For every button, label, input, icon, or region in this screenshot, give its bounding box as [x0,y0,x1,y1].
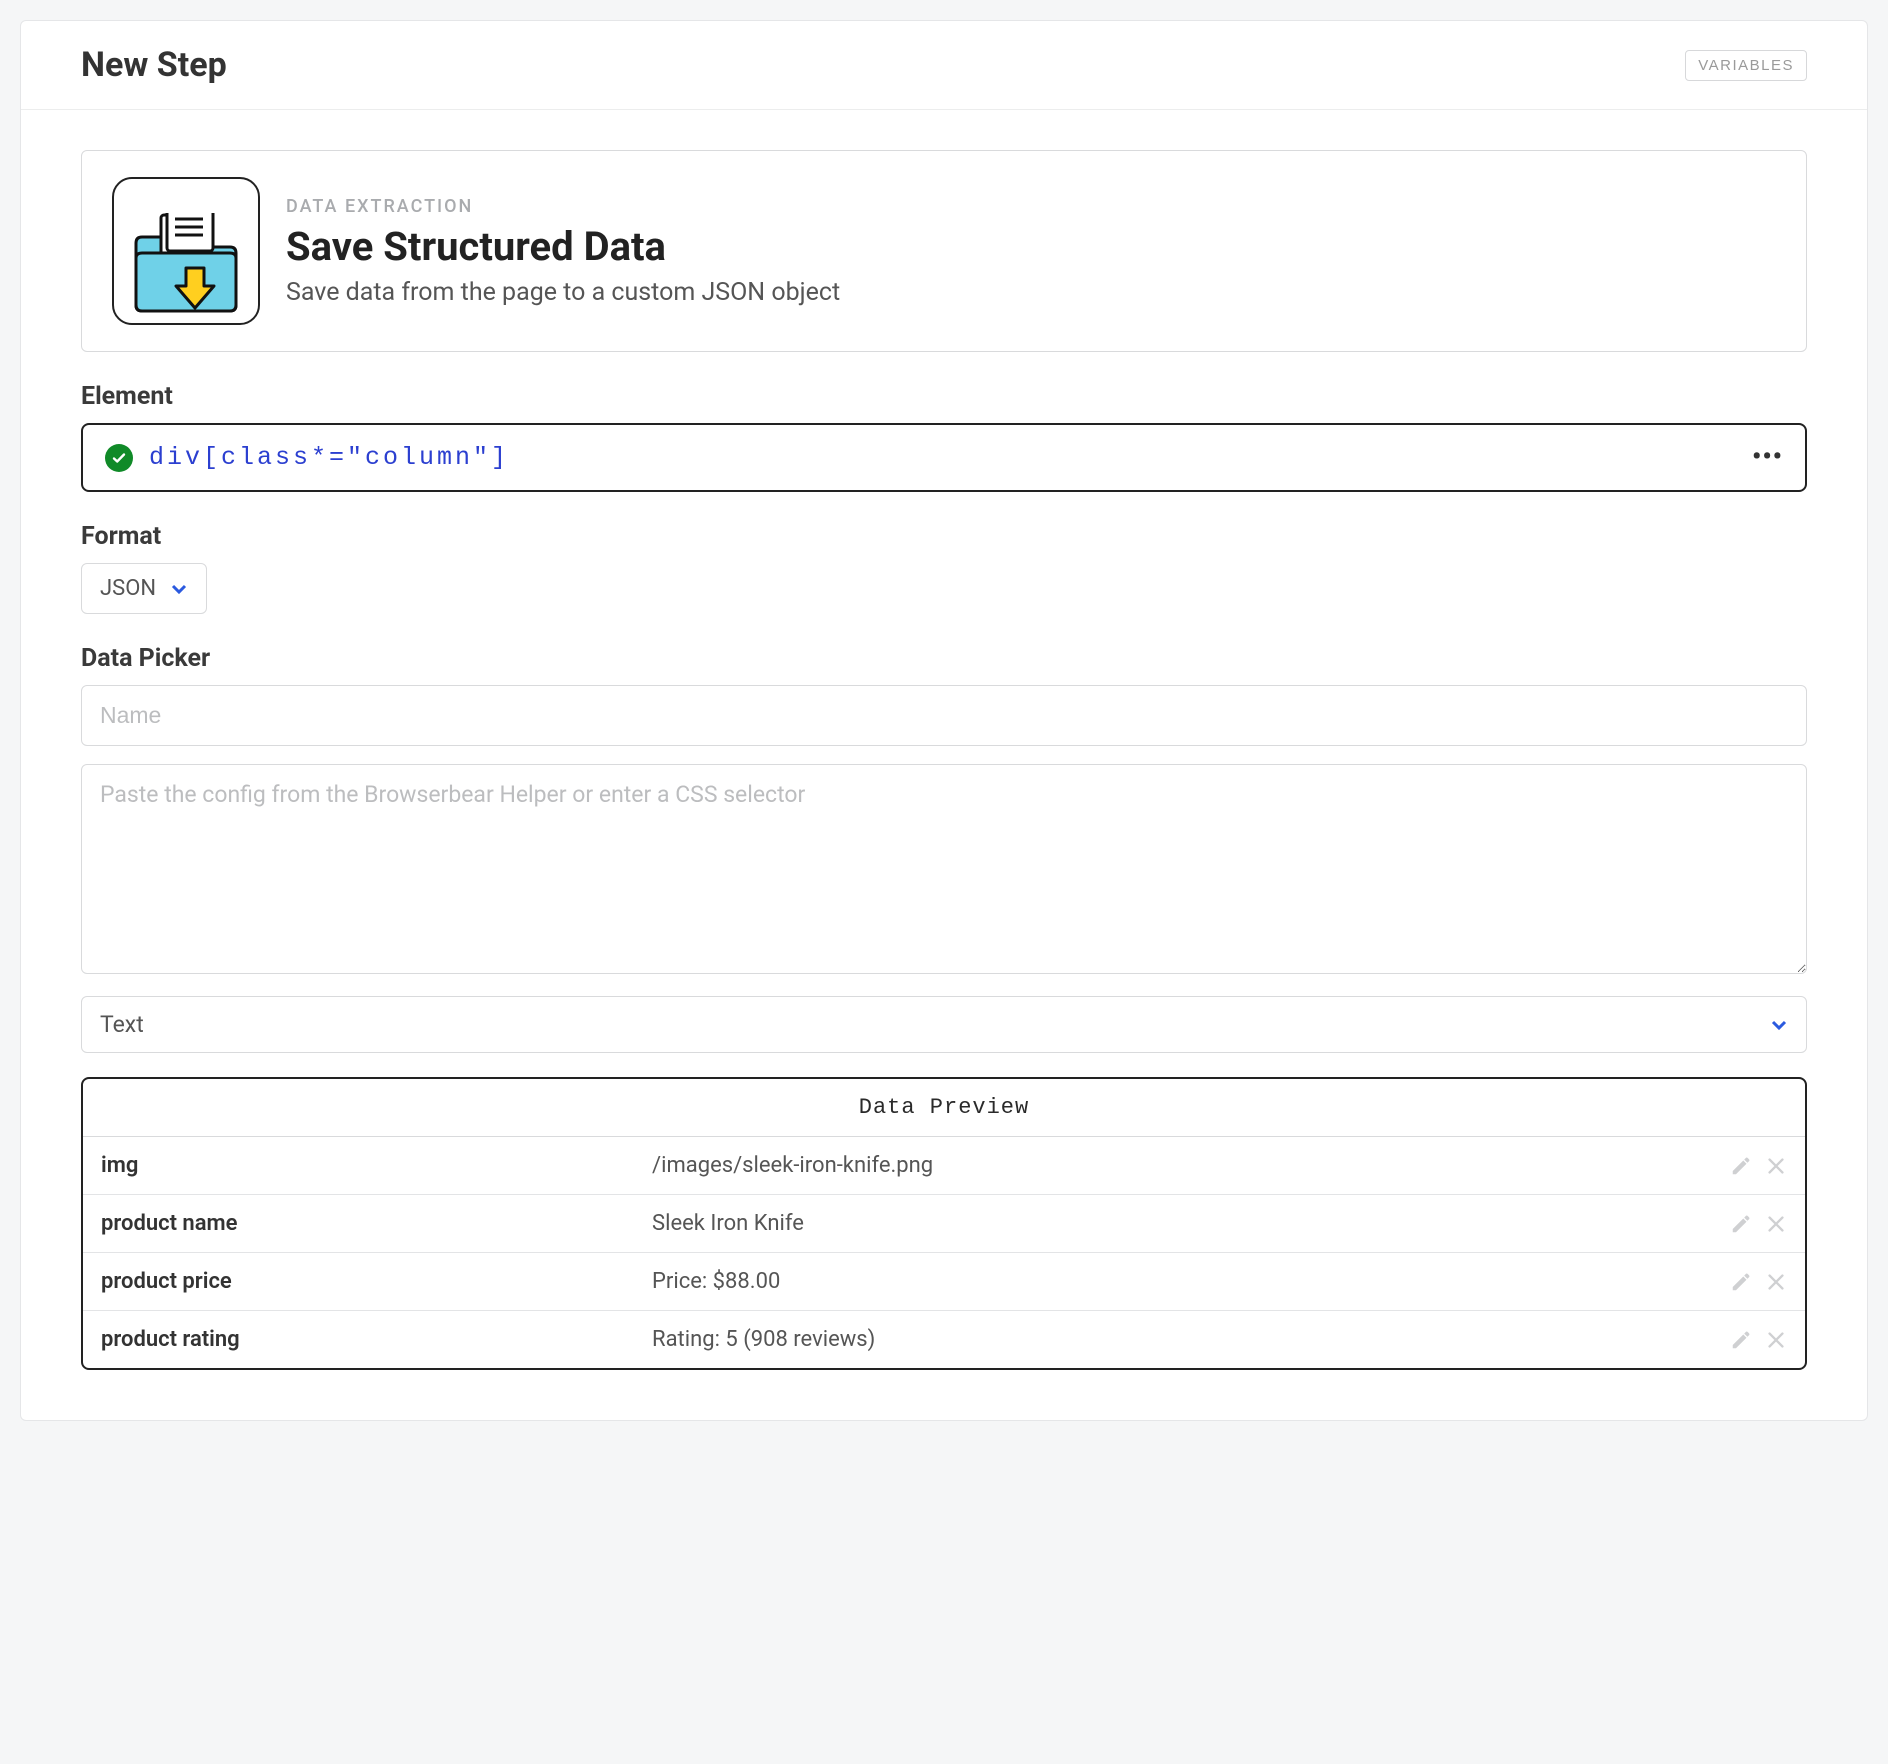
preview-value: /images/sleek-iron-knife.png [634,1137,1704,1194]
more-options-icon[interactable]: ••• [1752,451,1783,464]
variables-button[interactable]: VARIABLES [1685,50,1807,81]
chevron-down-icon [170,580,188,598]
preview-key: img [83,1137,634,1194]
folder-download-icon [112,177,260,325]
preview-value: Sleek Iron Knife [634,1194,1704,1252]
edit-icon[interactable] [1730,1329,1752,1351]
edit-icon[interactable] [1730,1213,1752,1235]
panel-header: New Step VARIABLES [21,21,1867,110]
step-description: Save data from the page to a custom JSON… [286,278,840,307]
preview-value: Price: $88.00 [634,1252,1704,1310]
preview-value: Rating: 5 (908 reviews) [634,1310,1704,1368]
table-row: product name Sleek Iron Knife [83,1194,1805,1252]
step-card: DATA EXTRACTION Save Structured Data Sav… [81,150,1807,352]
new-step-panel: New Step VARIABLES [20,20,1868,1421]
table-row: product price Price: $88.00 [83,1252,1805,1310]
data-picker-label: Data Picker [81,644,1807,673]
format-value: JSON [100,576,156,601]
step-text: DATA EXTRACTION Save Structured Data Sav… [286,196,840,307]
data-preview-header: Data Preview [83,1079,1805,1137]
element-selector-code: div[class*="column"] [149,443,509,472]
preview-key: product rating [83,1310,634,1368]
preview-key: product price [83,1252,634,1310]
delete-icon[interactable] [1765,1155,1787,1177]
picker-name-input[interactable] [81,685,1807,746]
picker-config-textarea[interactable] [81,764,1807,974]
edit-icon[interactable] [1730,1271,1752,1293]
table-row: img /images/sleek-iron-knife.png [83,1137,1805,1194]
chevron-down-icon [1770,1016,1788,1034]
format-select[interactable]: JSON [81,563,207,614]
picker-type-value: Text [100,1011,144,1038]
data-preview-table: Data Preview img /images/sleek-iron-knif… [81,1077,1807,1370]
format-label: Format [81,522,1807,551]
delete-icon[interactable] [1765,1329,1787,1351]
delete-icon[interactable] [1765,1271,1787,1293]
delete-icon[interactable] [1765,1213,1787,1235]
element-selector-box[interactable]: div[class*="column"] ••• [81,423,1807,492]
step-category: DATA EXTRACTION [286,196,840,217]
element-label: Element [81,382,1807,411]
edit-icon[interactable] [1730,1155,1752,1177]
check-circle-icon [105,444,133,472]
step-title: Save Structured Data [286,223,840,270]
panel-body: DATA EXTRACTION Save Structured Data Sav… [21,110,1867,1420]
preview-key: product name [83,1194,634,1252]
picker-type-select[interactable]: Text [81,996,1807,1053]
page-title: New Step [81,45,227,85]
table-row: product rating Rating: 5 (908 reviews) [83,1310,1805,1368]
